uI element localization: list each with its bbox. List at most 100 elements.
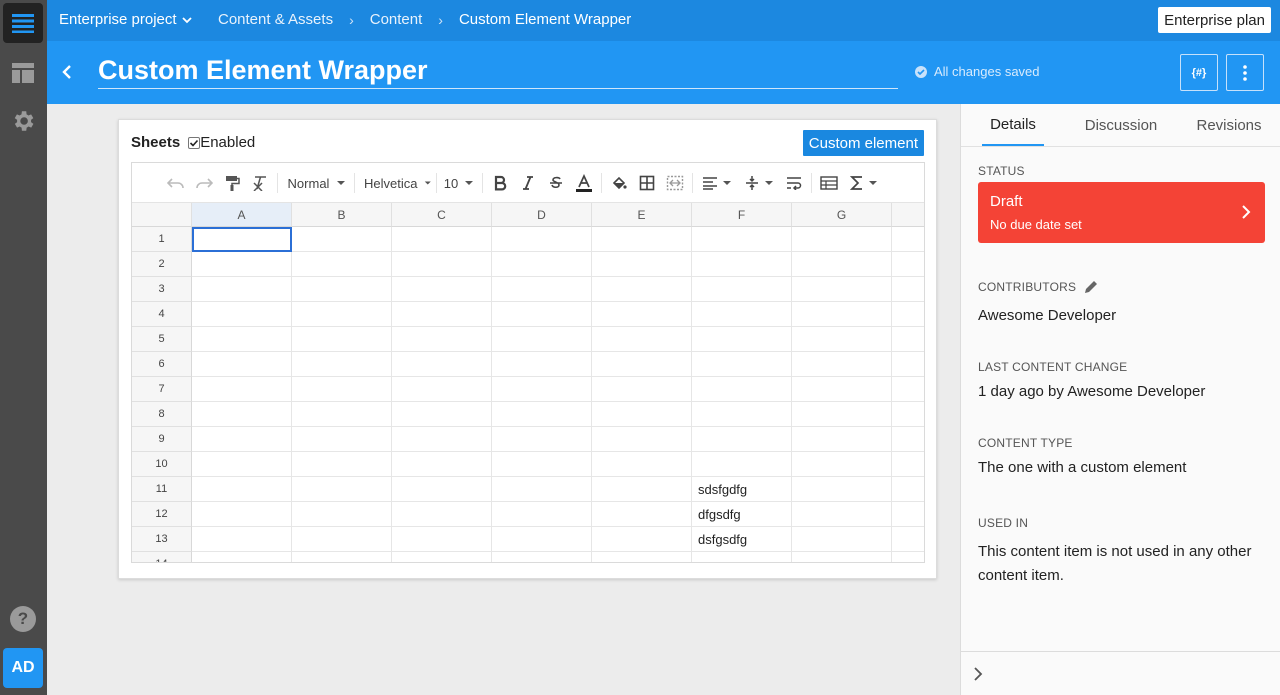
table-cell[interactable] (492, 527, 592, 552)
table-cell[interactable] (492, 252, 592, 277)
table-cell[interactable] (592, 277, 692, 302)
table-cell[interactable] (292, 227, 392, 252)
table-cell[interactable] (692, 227, 792, 252)
table-cell[interactable] (892, 477, 924, 502)
table-cell[interactable] (592, 427, 692, 452)
table-cell[interactable] (892, 227, 924, 252)
corner-header[interactable] (132, 203, 192, 227)
table-cell[interactable] (492, 427, 592, 452)
table-cell[interactable] (192, 252, 292, 277)
row-header[interactable]: 7 (132, 377, 192, 402)
column-header[interactable] (892, 203, 924, 227)
table-cell[interactable] (192, 502, 292, 527)
table-cell[interactable]: dfgsdfg (692, 502, 792, 527)
table-cell[interactable] (392, 502, 492, 527)
table-cell[interactable] (292, 252, 392, 277)
fill-color-button[interactable] (608, 172, 630, 194)
table-cell[interactable] (792, 352, 892, 377)
table-cell[interactable] (692, 302, 792, 327)
help-button[interactable]: ? (10, 606, 36, 632)
tab-discussion[interactable]: Discussion (1077, 104, 1165, 146)
insert-table-button[interactable] (818, 172, 840, 194)
table-cell[interactable] (792, 252, 892, 277)
table-cell[interactable] (792, 302, 892, 327)
table-cell[interactable] (292, 302, 392, 327)
table-cell[interactable] (292, 277, 392, 302)
table-cell[interactable] (892, 277, 924, 302)
table-cell[interactable] (592, 227, 692, 252)
undo-button[interactable] (165, 172, 187, 194)
column-header[interactable]: G (792, 203, 892, 227)
more-actions-button[interactable] (1226, 54, 1264, 91)
row-header[interactable]: 2 (132, 252, 192, 277)
table-cell[interactable] (592, 402, 692, 427)
content-nav-button[interactable] (3, 3, 43, 43)
text-color-button[interactable] (573, 172, 595, 194)
code-name-button[interactable]: {#} (1180, 54, 1218, 91)
clear-format-button[interactable] (249, 172, 271, 194)
table-cell[interactable] (492, 277, 592, 302)
tab-details[interactable]: Details (982, 104, 1044, 146)
table-cell[interactable] (892, 452, 924, 477)
table-cell[interactable] (492, 452, 592, 477)
table-cell[interactable] (792, 227, 892, 252)
table-cell[interactable] (492, 402, 592, 427)
table-cell[interactable] (892, 402, 924, 427)
project-switcher[interactable]: Enterprise project (59, 11, 193, 28)
table-cell[interactable] (692, 252, 792, 277)
table-cell[interactable] (792, 552, 892, 562)
table-cell[interactable] (692, 277, 792, 302)
table-cell[interactable] (192, 477, 292, 502)
table-cell[interactable] (492, 377, 592, 402)
table-cell[interactable] (792, 277, 892, 302)
table-cell[interactable] (892, 377, 924, 402)
table-cell[interactable] (392, 402, 492, 427)
tab-revisions[interactable]: Revisions (1189, 104, 1269, 146)
row-header[interactable]: 8 (132, 402, 192, 427)
row-header[interactable]: 3 (132, 277, 192, 302)
table-cell[interactable] (592, 527, 692, 552)
table-cell[interactable] (692, 552, 792, 562)
table-cell[interactable] (492, 477, 592, 502)
table-cell[interactable] (192, 527, 292, 552)
table-cell[interactable] (592, 477, 692, 502)
collapse-panel-icon[interactable] (973, 666, 983, 682)
italic-button[interactable] (517, 172, 539, 194)
font-size-select[interactable]: 10 (443, 172, 475, 194)
row-header[interactable]: 13 (132, 527, 192, 552)
table-cell[interactable] (192, 427, 292, 452)
table-cell[interactable] (392, 427, 492, 452)
content-models-nav-button[interactable] (3, 53, 43, 93)
table-cell[interactable] (392, 452, 492, 477)
row-header[interactable]: 6 (132, 352, 192, 377)
redo-button[interactable] (193, 172, 215, 194)
table-cell[interactable] (592, 252, 692, 277)
table-cell[interactable] (692, 427, 792, 452)
row-header[interactable]: 14 (132, 552, 192, 562)
breadcrumb-content-assets[interactable]: Content & Assets (218, 11, 333, 28)
table-cell[interactable] (192, 452, 292, 477)
merge-cells-button[interactable] (664, 172, 686, 194)
table-cell[interactable] (692, 402, 792, 427)
row-header[interactable]: 1 (132, 227, 192, 252)
table-cell[interactable] (592, 352, 692, 377)
column-header[interactable]: E (592, 203, 692, 227)
column-header[interactable]: C (392, 203, 492, 227)
table-cell[interactable] (292, 477, 392, 502)
table-cell[interactable] (392, 352, 492, 377)
table-cell[interactable] (692, 327, 792, 352)
table-cell[interactable] (892, 327, 924, 352)
table-cell[interactable] (792, 327, 892, 352)
table-cell[interactable] (492, 227, 592, 252)
wrap-text-button[interactable] (783, 172, 805, 194)
active-cell[interactable] (192, 227, 292, 252)
user-avatar[interactable]: AD (3, 648, 43, 688)
table-cell[interactable] (192, 327, 292, 352)
back-button[interactable] (59, 59, 77, 85)
borders-button[interactable] (636, 172, 658, 194)
table-cell[interactable] (592, 452, 692, 477)
table-cell[interactable] (792, 427, 892, 452)
table-cell[interactable] (592, 327, 692, 352)
column-header[interactable]: F (692, 203, 792, 227)
table-cell[interactable] (292, 377, 392, 402)
